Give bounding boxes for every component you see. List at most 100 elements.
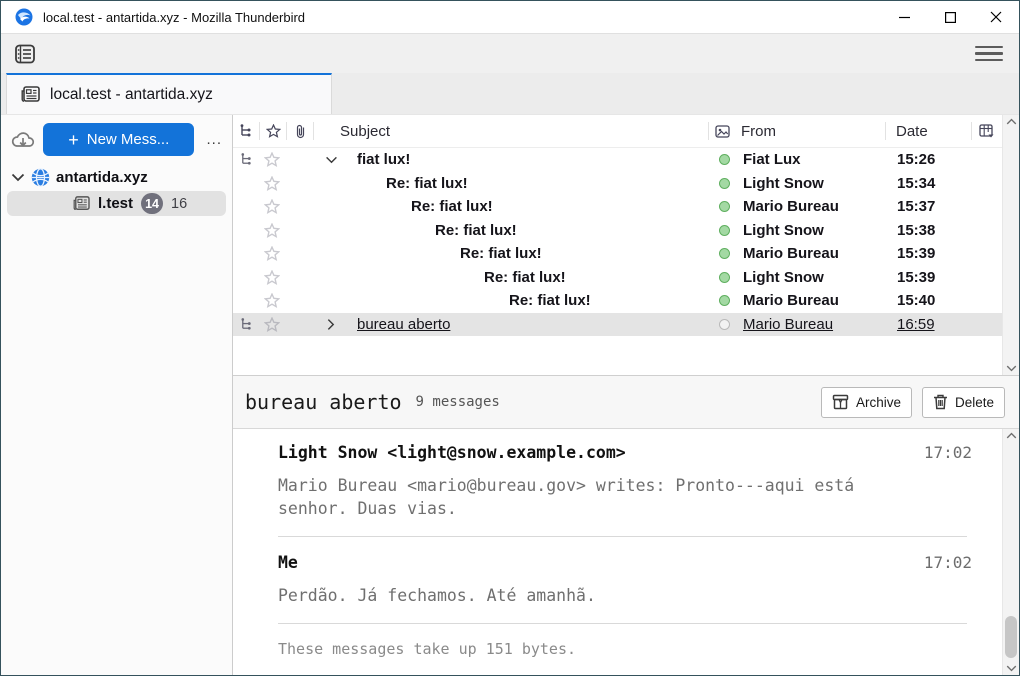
cloud-download-icon[interactable] (11, 129, 35, 151)
star-toggle[interactable] (259, 176, 285, 191)
star-toggle[interactable] (259, 246, 285, 261)
account-name: antartida.xyz (56, 169, 148, 186)
expand-thread-twisty[interactable] (319, 318, 343, 331)
total-count: 16 (171, 196, 187, 212)
unread-dot[interactable] (719, 248, 730, 259)
message-count: 9 messages (416, 394, 500, 410)
newsgroup-folder-icon (73, 196, 90, 211)
from-cell: Light Snow (737, 222, 887, 239)
maximize-button[interactable] (927, 1, 973, 33)
subject-cell: Re: fiat lux! (386, 175, 468, 192)
app-menu-button[interactable] (975, 40, 1003, 68)
titlebar: local.test - antartida.xyz - Mozilla Thu… (1, 1, 1019, 33)
new-message-label: New Mess... (87, 131, 170, 148)
scroll-up-icon[interactable] (1006, 118, 1017, 125)
scroll-down-icon[interactable] (1006, 665, 1017, 672)
new-message-button[interactable]: + New Mess... (43, 123, 194, 156)
message-row[interactable]: Re: fiat lux! Light Snow 15:38 (233, 219, 1002, 243)
archive-button[interactable]: Archive (821, 387, 912, 418)
collapse-thread-twisty[interactable] (319, 156, 343, 164)
unread-status-icon (715, 125, 730, 138)
thread-icon (240, 318, 253, 331)
star-toggle[interactable] (259, 293, 285, 308)
message-row[interactable]: Re: fiat lux! Light Snow 15:39 (233, 266, 1002, 290)
unread-dot[interactable] (719, 178, 730, 189)
close-button[interactable] (973, 1, 1019, 33)
subject-cell: Re: fiat lux! (460, 245, 542, 262)
date-cell: 15:34 (887, 175, 972, 192)
unread-dot[interactable] (719, 201, 730, 212)
scroll-up-icon[interactable] (1006, 432, 1017, 439)
subject-cell: Re: fiat lux! (411, 198, 493, 215)
window-title: local.test - antartida.xyz - Mozilla Thu… (43, 10, 305, 25)
message-item[interactable]: Me 17:02 Perdão. Já fechamos. Até amanhã… (278, 553, 972, 607)
subject-cell: Re: fiat lux! (509, 292, 591, 309)
unread-dot[interactable] (719, 154, 730, 165)
star-toggle[interactable] (259, 270, 285, 285)
subject-cell: Re: fiat lux! (484, 269, 566, 286)
message-reader-scrollbar[interactable] (1002, 429, 1019, 675)
minimize-button[interactable] (881, 1, 927, 33)
message-sender: Me (278, 553, 298, 572)
column-picker-icon (979, 124, 995, 139)
message-body: Mario Bureau <mario@bureau.gov> writes: … (278, 474, 898, 520)
messages-size-note: These messages take up 151 bytes. (278, 640, 972, 658)
message-row-selected[interactable]: bureau aberto Mario Bureau 16:59 (233, 313, 1002, 337)
thread-column-header[interactable] (233, 115, 259, 147)
unread-status-column-header[interactable] (709, 115, 735, 147)
thunderbird-logo-icon (15, 8, 33, 26)
folder-pane: + New Mess... ... antartida.xyz (1, 115, 233, 675)
unread-dot[interactable] (719, 225, 730, 236)
message-pane-header: bureau aberto 9 messages Archive (233, 375, 1019, 429)
date-cell: 16:59 (887, 316, 972, 333)
folder-pane-options-button[interactable]: ... (202, 131, 226, 148)
star-column-header[interactable] (260, 115, 286, 147)
column-picker-button[interactable] (972, 115, 1002, 147)
globe-icon (31, 168, 50, 187)
message-row[interactable]: Re: fiat lux! Mario Bureau 15:37 (233, 195, 1002, 219)
scrollbar-thumb[interactable] (1005, 616, 1017, 658)
from-column-header[interactable]: From (735, 115, 885, 147)
message-row[interactable]: Re: fiat lux! Light Snow 15:34 (233, 172, 1002, 196)
tab-bar: local.test - antartida.xyz (1, 73, 1019, 115)
unread-dot[interactable] (719, 295, 730, 306)
date-column-header[interactable]: Date (886, 115, 971, 147)
star-toggle[interactable] (259, 199, 285, 214)
unread-dot[interactable] (719, 272, 730, 283)
plus-icon: + (68, 131, 79, 149)
account-row-antartida[interactable]: antartida.xyz (1, 164, 232, 190)
tab-local-test[interactable]: local.test - antartida.xyz (6, 73, 332, 114)
newsgroup-icon (21, 86, 40, 103)
message-row[interactable]: Re: fiat lux! Mario Bureau 15:40 (233, 289, 1002, 313)
date-cell: 15:26 (887, 151, 972, 168)
date-cell: 15:39 (887, 269, 972, 286)
spaces-toolbar-toggle-button[interactable] (11, 40, 39, 68)
subject-cell: Re: fiat lux! (435, 222, 517, 239)
scroll-down-icon[interactable] (1006, 365, 1017, 372)
folder-row-ltest[interactable]: l.test 14 16 (7, 191, 226, 216)
chevron-down-icon[interactable] (11, 173, 25, 182)
star-toggle[interactable] (259, 317, 285, 332)
tab-label: local.test - antartida.xyz (50, 86, 213, 104)
paperclip-icon (295, 124, 306, 139)
star-toggle[interactable] (259, 223, 285, 238)
message-time: 17:02 (924, 443, 972, 462)
thread-title: bureau aberto (245, 390, 402, 414)
message-reader-pane: Light Snow <light@snow.example.com> 17:0… (233, 429, 1019, 675)
from-cell: Mario Bureau (737, 292, 887, 309)
attachment-column-header[interactable] (287, 115, 313, 147)
read-dot[interactable] (719, 319, 730, 330)
delete-button[interactable]: Delete (922, 387, 1005, 418)
message-item[interactable]: Light Snow <light@snow.example.com> 17:0… (278, 443, 972, 520)
thread-icon (239, 124, 253, 138)
message-row[interactable]: fiat lux! Fiat Lux 15:26 (233, 148, 1002, 172)
star-toggle[interactable] (259, 152, 285, 167)
message-list-scrollbar[interactable] (1002, 115, 1019, 375)
subject-column-header[interactable]: Subject (314, 115, 708, 147)
message-row[interactable]: Re: fiat lux! Mario Bureau 15:39 (233, 242, 1002, 266)
from-cell: Mario Bureau (737, 245, 887, 262)
date-cell: 15:37 (887, 198, 972, 215)
message-divider (278, 536, 967, 537)
thunderbird-window: local.test - antartida.xyz - Mozilla Thu… (0, 0, 1020, 676)
message-list-header: Subject From Date (233, 115, 1002, 148)
